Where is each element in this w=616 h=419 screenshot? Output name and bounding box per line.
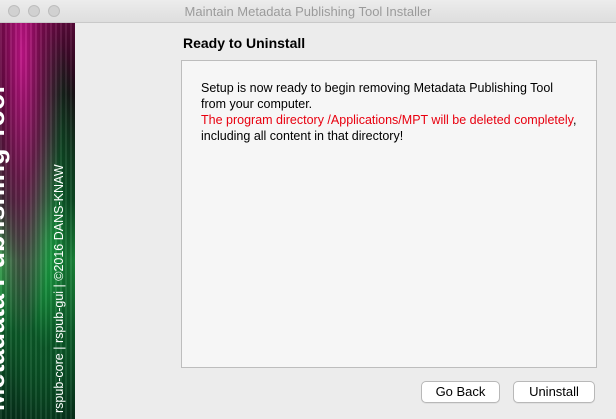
sidebar-banner: Metadata Publishing Tool rspub-core | rs… xyxy=(0,23,75,419)
go-back-button[interactable]: Go Back xyxy=(421,381,500,403)
installer-window: Maintain Metadata Publishing Tool Instal… xyxy=(0,0,616,419)
title-bar[interactable]: Maintain Metadata Publishing Tool Instal… xyxy=(0,0,616,23)
window-title: Maintain Metadata Publishing Tool Instal… xyxy=(184,4,432,19)
uninstall-button[interactable]: Uninstall xyxy=(513,381,595,403)
banner-title: Metadata Publishing Tool xyxy=(0,85,10,411)
banner-subtitle: rspub-core | rspub-gui | ©2016 DANS-KNAW xyxy=(52,164,66,413)
message-panel: Setup is now ready to begin removing Met… xyxy=(181,60,597,368)
uninstall-message: Setup is now ready to begin removing Met… xyxy=(201,80,581,144)
message-warning: The program directory /Applications/MPT … xyxy=(201,113,573,127)
message-intro: Setup is now ready to begin removing Met… xyxy=(201,81,554,111)
page-heading: Ready to Uninstall xyxy=(183,35,306,51)
